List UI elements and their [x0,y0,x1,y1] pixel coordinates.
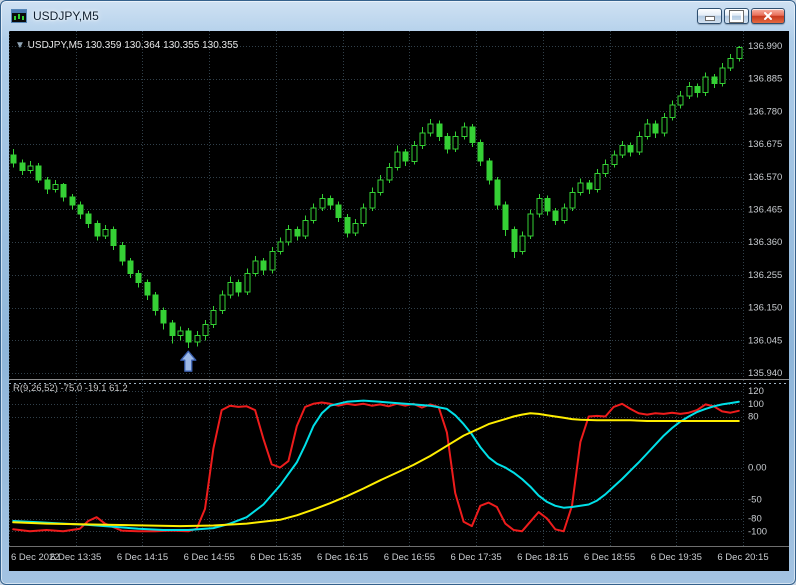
chart-collapse-icon: ▼ [15,40,25,51]
svg-text:136.675: 136.675 [748,139,782,150]
svg-text:136.465: 136.465 [748,205,782,216]
maximize-icon [730,10,743,22]
svg-text:100: 100 [748,399,764,410]
candlestick-chart[interactable]: 136.990 136.885 136.780 136.675 136.570 136.4… [9,31,789,571]
minimize-icon [704,16,715,21]
svg-text:6 Dec 13:35: 6 Dec 13:35 [50,552,101,563]
svg-text:6 Dec 16:55: 6 Dec 16:55 [384,552,435,563]
svg-text:136.780: 136.780 [748,106,782,117]
svg-text:136.045: 136.045 [748,335,782,346]
svg-text:6 Dec 16:15: 6 Dec 16:15 [317,552,368,563]
title-bar[interactable]: USDJPY,M5 [1,1,795,31]
svg-text:6 Dec 14:15: 6 Dec 14:15 [117,552,168,563]
window-controls [697,8,785,24]
time-axis: 6 Dec 20226 Dec 13:35 6 Dec 14:15 6 Dec 14… [11,552,769,563]
svg-text:6 Dec 18:55: 6 Dec 18:55 [584,552,635,563]
close-button[interactable] [751,8,785,24]
indicator-label: R(9,26,52) -75.0 -19.1 61.2 [13,383,128,394]
application-window: USDJPY,M5 136.990 136.885 136.780 136.675 13… [0,0,796,585]
svg-text:136.885: 136.885 [748,74,782,85]
window-title: USDJPY,M5 [33,9,99,23]
svg-text:136.255: 136.255 [748,270,782,281]
close-icon [764,12,772,20]
svg-text:0.00: 0.00 [748,463,767,474]
ohlc-label: ▼ USDJPY,M5 130.359 130.364 130.355 130.… [15,40,239,51]
svg-text:-80: -80 [748,514,762,525]
svg-text:136.360: 136.360 [748,237,782,248]
svg-text:6 Dec 15:35: 6 Dec 15:35 [250,552,301,563]
svg-text:136.570: 136.570 [748,172,782,183]
svg-text:80: 80 [748,412,759,423]
svg-text:6 Dec 20:15: 6 Dec 20:15 [717,552,768,563]
maximize-button[interactable] [724,8,749,24]
minimize-button[interactable] [697,8,722,24]
svg-text:136.150: 136.150 [748,303,782,314]
svg-text:-50: -50 [748,494,762,505]
chart-window-icon [11,8,27,24]
svg-text:120: 120 [748,386,764,397]
svg-text:6 Dec 18:15: 6 Dec 18:15 [517,552,568,563]
svg-text:136.990: 136.990 [748,41,782,52]
svg-text:-100: -100 [748,526,767,537]
svg-text:6 Dec 14:55: 6 Dec 14:55 [184,552,235,563]
svg-text:135.940: 135.940 [748,368,782,379]
svg-text:6 Dec 19:35: 6 Dec 19:35 [651,552,702,563]
svg-text:6 Dec 17:35: 6 Dec 17:35 [450,552,501,563]
chart-area[interactable]: 136.990 136.885 136.780 136.675 136.570 136.4… [9,31,789,571]
